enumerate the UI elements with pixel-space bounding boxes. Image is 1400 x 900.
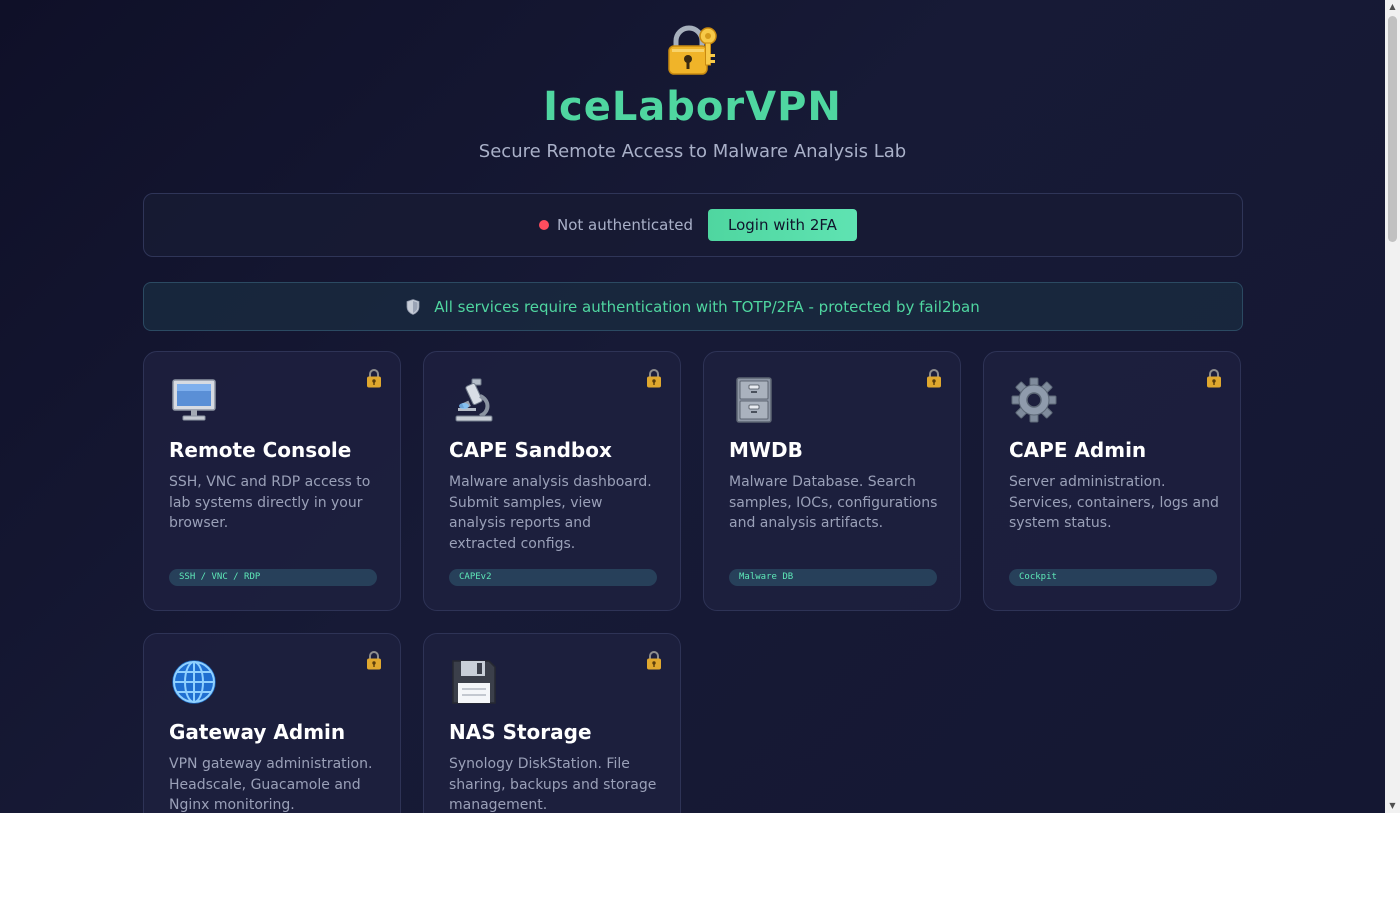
lock-icon	[367, 651, 381, 670]
service-card-mwdb[interactable]: MWDB Malware Database. Search samples, I…	[703, 351, 961, 611]
microscope-icon	[455, 378, 493, 422]
globe-icon	[172, 660, 216, 704]
page-title: IceLaborVPN	[543, 84, 842, 130]
card-title: NAS Storage	[449, 720, 592, 744]
page-viewport: IceLaborVPN Secure Remote Access to Malw…	[0, 0, 1385, 813]
service-card-nas-storage[interactable]: NAS Storage Synology DiskStation. File s…	[423, 633, 681, 813]
card-description: SSH, VNC and RDP access to lab systems d…	[169, 474, 371, 531]
lock-icon	[927, 369, 941, 388]
gear-icon	[1011, 377, 1057, 423]
status-indicator-dot	[539, 220, 549, 230]
security-notice-text: All services require authentication with…	[434, 297, 980, 316]
card-tag: SSH / VNC / RDP	[169, 569, 377, 586]
floppy-disk-icon	[452, 660, 496, 704]
lock-icon	[647, 369, 661, 388]
card-tag: Malware DB	[729, 569, 937, 586]
card-description: Malware Database. Search samples, IOCs, …	[729, 474, 938, 531]
lock-icon	[647, 651, 661, 670]
scroll-up-arrow-icon[interactable]: ▲	[1385, 0, 1400, 14]
vertical-scrollbar[interactable]: ▲ ▼	[1385, 0, 1400, 813]
card-description: Server administration. Services, contain…	[1009, 474, 1219, 531]
card-description: Malware analysis dashboard. Submit sampl…	[449, 474, 652, 552]
auth-status-text: Not authenticated	[557, 216, 693, 234]
scrollbar-thumb[interactable]	[1388, 16, 1397, 242]
file-cabinet-icon	[736, 377, 772, 423]
service-card-cape-admin[interactable]: CAPE Admin Server administration. Servic…	[983, 351, 1241, 611]
card-title: CAPE Sandbox	[449, 438, 612, 462]
service-card-remote-console[interactable]: Remote Console SSH, VNC and RDP access t…	[143, 351, 401, 611]
security-notice: All services require authentication with…	[143, 282, 1243, 331]
service-card-cape-sandbox[interactable]: CAPE Sandbox Malware analysis dashboard.…	[423, 351, 681, 611]
lock-icon	[1207, 369, 1221, 388]
computer-monitor-icon	[172, 379, 216, 421]
service-card-gateway-admin[interactable]: Gateway Admin VPN gateway administration…	[143, 633, 401, 813]
shield-icon	[406, 298, 420, 315]
card-title: MWDB	[729, 438, 803, 462]
card-tag: CAPEv2	[449, 569, 657, 586]
login-2fa-button[interactable]: Login with 2FA	[708, 209, 857, 241]
page-subtitle: Secure Remote Access to Malware Analysis…	[478, 141, 907, 162]
lock-with-key-icon	[668, 25, 717, 75]
card-title: Gateway Admin	[169, 720, 346, 744]
auth-panel: Not authenticated Login with 2FA	[143, 193, 1243, 257]
lock-icon	[367, 369, 381, 388]
card-description: Synology DiskStation. File sharing, back…	[449, 756, 657, 813]
card-tag: Cockpit	[1009, 569, 1217, 586]
card-title: CAPE Admin	[1009, 438, 1147, 462]
scroll-down-arrow-icon[interactable]: ▼	[1385, 799, 1400, 813]
card-title: Remote Console	[169, 438, 352, 462]
card-description: VPN gateway administration. Headscale, G…	[169, 756, 373, 813]
